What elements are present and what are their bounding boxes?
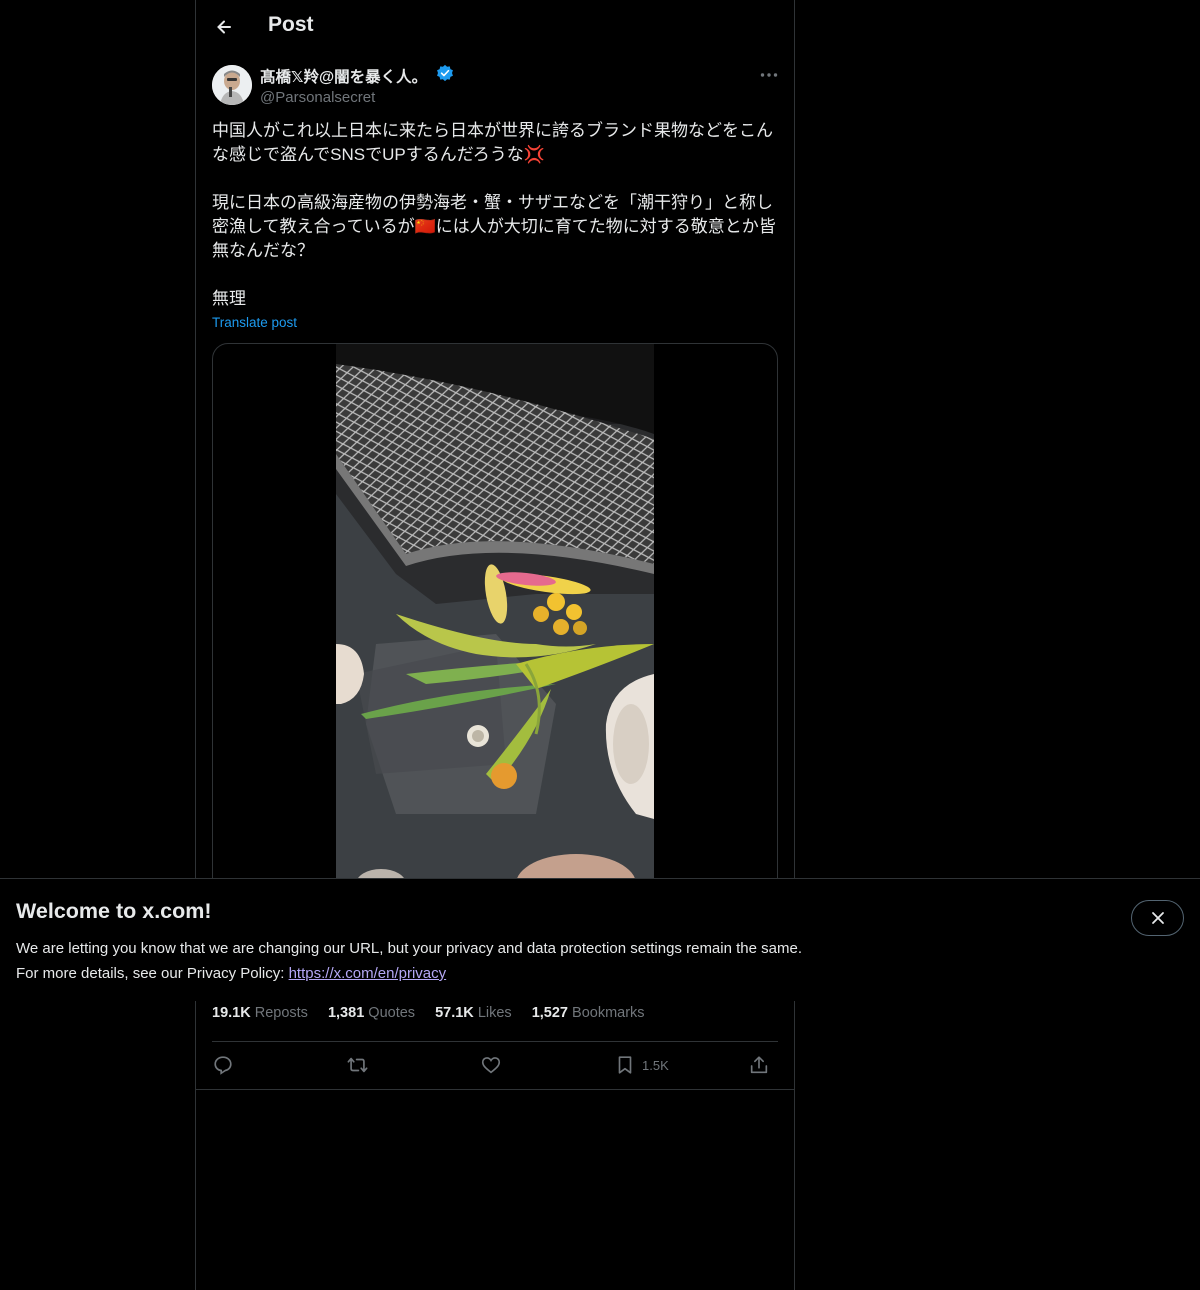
more-button[interactable] [758, 64, 780, 86]
back-button[interactable] [210, 12, 240, 42]
page-title: Post [268, 13, 314, 36]
author-handle[interactable]: @Parsonalsecret [260, 89, 454, 106]
repost-button[interactable] [346, 1052, 369, 1078]
reply-icon [214, 1056, 232, 1075]
post-text: 中国人がこれ以上日本に来たら日本が世界に誇るブランド果物などをこんな感じで盗んで… [212, 121, 776, 308]
verified-badge-icon[interactable] [436, 64, 454, 87]
divider [196, 1089, 794, 1090]
action-bar: 1.5K [212, 1052, 778, 1078]
author-name[interactable]: 髙橋𝕏羚@闇を暴く人。 [260, 65, 427, 87]
bookmarks-stat[interactable]: 1,527 Bookmarks [532, 1005, 645, 1021]
banner-line-2: For more details, see our Privacy Policy… [16, 965, 447, 982]
reposts-stat[interactable]: 19.1K Reposts [212, 1005, 308, 1021]
close-banner-button[interactable] [1131, 900, 1184, 936]
likes-stat[interactable]: 57.1K Likes [435, 1005, 512, 1021]
close-icon [1151, 912, 1164, 924]
repost-icon [347, 1057, 368, 1073]
video-frame[interactable] [336, 344, 654, 904]
share-icon [750, 1056, 768, 1074]
bookmark-icon [618, 1056, 632, 1074]
translate-post-link[interactable]: Translate post [212, 315, 297, 330]
banner-title: Welcome to x.com! [16, 899, 212, 923]
reply-button[interactable] [212, 1052, 234, 1078]
post-video[interactable] [212, 343, 778, 905]
top-bar: Post [196, 0, 794, 53]
avatar[interactable] [212, 65, 252, 105]
quotes-stat[interactable]: 1,381 Quotes [328, 1005, 415, 1021]
privacy-policy-link[interactable]: https://x.com/en/privacy [289, 965, 447, 982]
banner-line-1: We are letting you know that we are chan… [16, 940, 802, 957]
post-stats: 19.1K Reposts 1,381 Quotes 57.1K Likes 1… [212, 1005, 661, 1021]
bookmark-count: 1.5K [642, 1057, 669, 1073]
arrow-left-icon [217, 20, 231, 34]
banner-message: We are letting you know that we are chan… [16, 936, 802, 986]
url-change-banner: Welcome to x.com! We are letting you kno… [0, 878, 1200, 1001]
main-column: Post 髙橋𝕏羚@闇を暴く人。 @Parsonalsecret 中国人がこれ以… [195, 0, 795, 1290]
like-button[interactable] [480, 1052, 502, 1078]
bookmark-button[interactable]: 1.5K [614, 1052, 669, 1078]
divider [212, 1041, 778, 1042]
post-author: 髙橋𝕏羚@闇を暴く人。 @Parsonalsecret [260, 64, 454, 106]
share-button[interactable] [748, 1052, 770, 1078]
heart-icon [481, 1057, 501, 1074]
more-horizontal-icon [760, 73, 778, 77]
